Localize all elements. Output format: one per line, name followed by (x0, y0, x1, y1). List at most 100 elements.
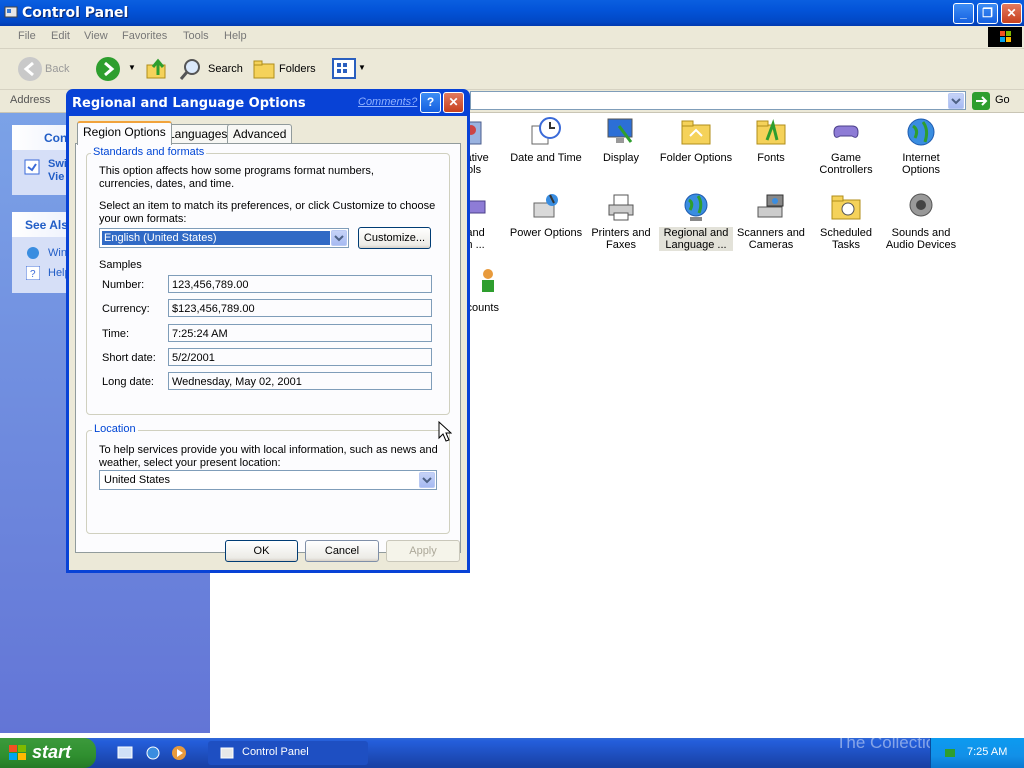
views-button[interactable] (332, 57, 356, 81)
scheduled-tasks-item[interactable]: Scheduled Tasks (809, 191, 883, 251)
sample-number-value: 123,456,789.00 (168, 275, 432, 293)
sample-long-date-value: Wednesday, May 02, 2001 (168, 372, 432, 390)
tab-advanced[interactable]: Advanced (227, 124, 293, 143)
task-header-label: Con (44, 131, 68, 145)
menu-view[interactable]: View (84, 30, 108, 42)
menu-bar: File Edit View Favorites Tools Help (0, 26, 1024, 49)
regional-language-label: Regional and Language ... (659, 227, 733, 251)
forward-button[interactable] (96, 57, 120, 81)
dialog-title: Regional and Language Options (72, 96, 306, 111)
back-arrow-icon (18, 57, 42, 81)
svg-text:?: ? (30, 269, 36, 280)
address-label: Address (10, 94, 51, 106)
dialog-close-button[interactable]: ✕ (443, 92, 464, 113)
search-icon (179, 59, 200, 80)
menu-tools[interactable]: Tools (183, 30, 209, 42)
folders-icon (253, 60, 275, 79)
address-input[interactable] (470, 91, 966, 110)
display-icon (605, 116, 637, 148)
date-time-item[interactable]: Date and Time (509, 116, 583, 164)
internet-options-item[interactable]: Internet Options (884, 116, 958, 176)
standards-description: This option affects how some programs fo… (99, 165, 374, 190)
menu-edit[interactable]: Edit (51, 30, 70, 42)
display-item[interactable]: Display (584, 116, 658, 164)
printers-faxes-label: Printers and Faxes (591, 227, 651, 251)
views-dropdown-icon[interactable]: ▼ (358, 63, 366, 72)
address-dropdown-icon[interactable] (948, 93, 964, 109)
sample-short-date-label: Short date: (102, 352, 156, 364)
windows-flag-icon (9, 745, 26, 760)
clock-icon (530, 116, 562, 148)
menu-file[interactable]: File (18, 30, 36, 42)
quicklaunch-desktop-icon[interactable] (117, 745, 133, 764)
format-select-value: English (United States) (101, 230, 331, 246)
scheduled-tasks-label: Scheduled Tasks (820, 227, 872, 251)
fonts-item[interactable]: Fonts (734, 116, 808, 164)
ok-button[interactable]: OK (225, 540, 298, 562)
tab-region-options[interactable]: Region Options (77, 121, 172, 145)
clock[interactable]: 7:25 AM (967, 746, 1007, 758)
customize-button[interactable]: Customize... (358, 227, 431, 249)
dialog-help-button[interactable]: ? (420, 92, 441, 113)
forward-dropdown-icon[interactable]: ▼ (128, 63, 136, 72)
switch-view-link[interactable]: Swi (48, 158, 67, 170)
location-description: To help services provide you with local … (99, 444, 438, 469)
folders-label: Folders (279, 63, 316, 75)
back-label: Back (45, 63, 70, 75)
sample-currency-label: Currency: (102, 303, 150, 315)
sample-time-label: Time: (102, 328, 130, 340)
quicklaunch-media-icon[interactable] (171, 745, 187, 764)
speaker-icon (905, 191, 937, 223)
start-label: start (32, 742, 72, 762)
menu-help[interactable]: Help (224, 30, 247, 42)
regional-language-item[interactable]: Regional and Language ... (659, 191, 733, 251)
printer-icon (605, 191, 637, 223)
scanners-cameras-item[interactable]: Scanners and Cameras (734, 191, 808, 251)
search-label: Search (208, 63, 243, 75)
world-icon (680, 191, 712, 223)
sample-time-value: 7:25:24 AM (168, 324, 432, 342)
comments-link[interactable]: Comments? (358, 96, 417, 108)
sounds-audio-label: Sounds and Audio Devices (885, 227, 957, 251)
windows-update-link[interactable]: Win (48, 247, 67, 259)
up-folder-button[interactable] (145, 57, 169, 84)
folder-options-item[interactable]: Folder Options (659, 116, 733, 164)
format-select[interactable]: English (United States) (99, 228, 349, 248)
switch-view-link-line2[interactable]: Vie (48, 171, 64, 183)
windows-logo-icon (988, 27, 1022, 47)
start-button[interactable]: start (0, 738, 96, 768)
control-panel-icon (4, 5, 18, 19)
help-question-icon: ? (426, 95, 435, 109)
cancel-button[interactable]: Cancel (305, 540, 379, 562)
window-titlebar[interactable]: Control Panel _ ❐ ✕ (0, 0, 1024, 26)
views-icon (332, 58, 356, 79)
toolbar: Back ▼ Search Folders ▼ (0, 49, 1024, 90)
menu-favorites[interactable]: Favorites (122, 30, 167, 42)
minimize-button[interactable]: _ (953, 3, 974, 24)
select-description: Select an item to match its preferences,… (99, 200, 436, 225)
standards-formats-label: Standards and formats (91, 146, 207, 158)
power-options-item[interactable]: Power Options (509, 191, 583, 239)
sounds-audio-item[interactable]: Sounds and Audio Devices (884, 191, 958, 251)
sample-long-date-label: Long date: (102, 376, 154, 388)
apply-button[interactable]: Apply (386, 540, 460, 562)
windows-update-icon (26, 246, 40, 263)
location-dropdown-icon[interactable] (419, 472, 435, 488)
close-icon: ✕ (448, 95, 459, 109)
location-select[interactable]: United States (99, 470, 437, 490)
network-tray-icon (945, 749, 955, 757)
scanners-cameras-label: Scanners and Cameras (737, 227, 805, 251)
see-also-label: See Als (25, 218, 68, 232)
printers-faxes-item[interactable]: Printers and Faxes (584, 191, 658, 251)
scanner-icon (755, 191, 787, 223)
format-dropdown-icon[interactable] (331, 230, 347, 246)
close-button[interactable]: ✕ (1001, 3, 1022, 24)
game-controllers-item[interactable]: Game Controllers (809, 116, 883, 176)
control-panel-small-icon (220, 747, 234, 759)
restore-button[interactable]: ❐ (977, 3, 998, 24)
tab-languages[interactable]: Languages (162, 124, 234, 143)
fonts-label: Fonts (757, 152, 785, 164)
quicklaunch-ie-icon[interactable] (145, 745, 161, 764)
go-label: Go (995, 94, 1010, 106)
taskbar-control-panel-button[interactable]: Control Panel (208, 741, 368, 765)
